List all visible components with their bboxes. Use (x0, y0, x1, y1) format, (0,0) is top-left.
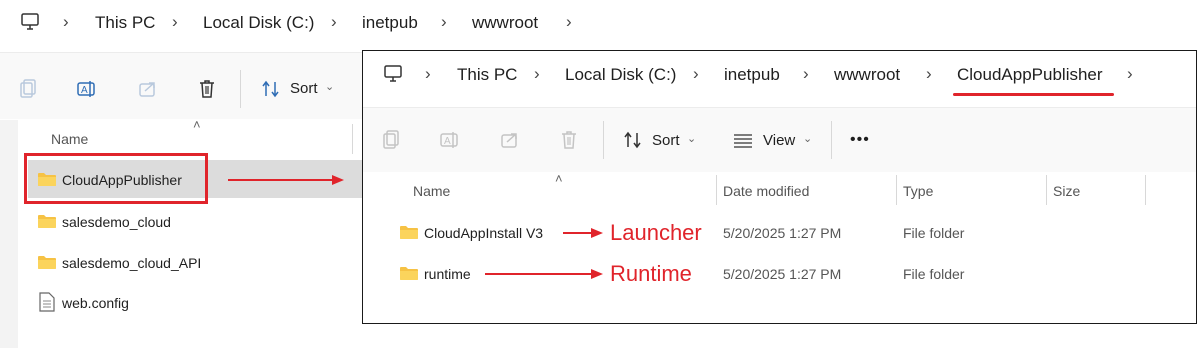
breadcrumb-inetpub[interactable]: inetpub (362, 13, 418, 33)
breadcrumb-this-pc[interactable]: This PC (457, 65, 517, 85)
chevron-down-icon: ⌄ (325, 81, 335, 93)
list-item-name[interactable]: salesdemo_cloud (62, 214, 171, 230)
date-modified-value: 5/20/2025 1:27 PM (723, 266, 842, 282)
sort-ascending-icon: ˄ (193, 117, 201, 132)
folder-icon (400, 266, 418, 280)
svg-text:A: A (81, 85, 88, 96)
folder-icon (400, 225, 418, 239)
folder-icon (38, 214, 56, 228)
front-explorer-window: › This PC › Local Disk (C:) › inetpub › … (362, 50, 1197, 324)
breadcrumb-local-disk[interactable]: Local Disk (C:) (565, 65, 676, 85)
sort-button[interactable]: Sort (290, 80, 318, 97)
type-value: File folder (903, 225, 965, 241)
share-icon[interactable] (495, 125, 525, 155)
list-item-name[interactable]: CloudAppPublisher (62, 172, 182, 188)
folder-icon (38, 255, 56, 269)
type-value: File folder (903, 266, 965, 282)
config-file-icon (39, 292, 55, 317)
share-icon[interactable] (133, 74, 163, 104)
this-pc-icon[interactable] (383, 64, 403, 89)
chevron-right-icon: › (926, 64, 932, 83)
copy-icon[interactable] (376, 125, 406, 155)
view-button[interactable]: View (763, 132, 795, 149)
this-pc-icon[interactable] (20, 12, 40, 37)
sort-icon[interactable] (618, 125, 648, 155)
chevron-right-icon: › (172, 12, 178, 31)
column-header-type[interactable]: Type (903, 183, 933, 199)
copy-icon[interactable] (13, 74, 43, 104)
arrow-annotation (228, 175, 344, 185)
runtime-annotation: Runtime (610, 261, 692, 286)
arrow-annotation (563, 228, 603, 238)
chevron-right-icon: › (803, 64, 809, 83)
list-item-name[interactable]: salesdemo_cloud_API (62, 255, 201, 271)
launcher-annotation: Launcher (610, 220, 702, 245)
toolbar-divider (603, 121, 604, 159)
chevron-right-icon: › (63, 12, 69, 31)
chevron-right-icon: › (331, 12, 337, 31)
chevron-right-icon: › (693, 64, 699, 83)
delete-icon[interactable] (192, 74, 222, 104)
view-icon[interactable] (728, 125, 758, 155)
highlight-underline (953, 93, 1114, 96)
column-header-size[interactable]: Size (1053, 183, 1080, 199)
column-divider (716, 175, 717, 205)
list-item-name[interactable]: web.config (62, 295, 129, 311)
breadcrumb-wwwroot[interactable]: wwwroot (834, 65, 900, 85)
delete-icon[interactable] (554, 125, 584, 155)
chevron-right-icon: › (441, 12, 447, 31)
column-header-date-modified[interactable]: Date modified (723, 183, 809, 199)
chevron-down-icon: ⌄ (687, 133, 697, 145)
breadcrumb-local-disk[interactable]: Local Disk (C:) (203, 13, 314, 33)
breadcrumb-cloudapppublisher[interactable]: CloudAppPublisher (957, 65, 1103, 85)
column-divider (1145, 175, 1146, 205)
column-header-name[interactable]: Name (51, 131, 88, 147)
svg-text:A: A (444, 136, 451, 147)
more-options-button[interactable]: ••• (850, 131, 870, 149)
chevron-down-icon: ⌄ (803, 133, 813, 145)
navigation-pane (0, 120, 18, 348)
rename-icon[interactable]: A (72, 74, 102, 104)
list-item-name[interactable]: runtime (424, 266, 471, 282)
sort-button[interactable]: Sort (652, 132, 680, 149)
date-modified-value: 5/20/2025 1:27 PM (723, 225, 842, 241)
column-divider (352, 124, 353, 154)
breadcrumb-inetpub[interactable]: inetpub (724, 65, 780, 85)
rename-icon[interactable]: A (435, 125, 465, 155)
column-divider (1046, 175, 1047, 205)
sort-icon[interactable] (256, 74, 286, 104)
sort-ascending-icon: ˄ (555, 171, 563, 186)
toolbar-divider (240, 70, 241, 108)
breadcrumb-wwwroot[interactable]: wwwroot (472, 13, 538, 33)
folder-icon (38, 172, 56, 186)
breadcrumb-this-pc[interactable]: This PC (95, 13, 155, 33)
toolbar-divider (831, 121, 832, 159)
chevron-right-icon[interactable]: › (566, 12, 572, 32)
column-header-name[interactable]: Name (413, 183, 450, 199)
arrow-annotation (485, 269, 603, 279)
chevron-right-icon: › (534, 64, 540, 83)
column-divider (896, 175, 897, 205)
list-item-name[interactable]: CloudAppInstall V3 (424, 225, 543, 241)
chevron-right-icon[interactable]: › (1127, 64, 1133, 84)
chevron-right-icon: › (425, 64, 431, 83)
